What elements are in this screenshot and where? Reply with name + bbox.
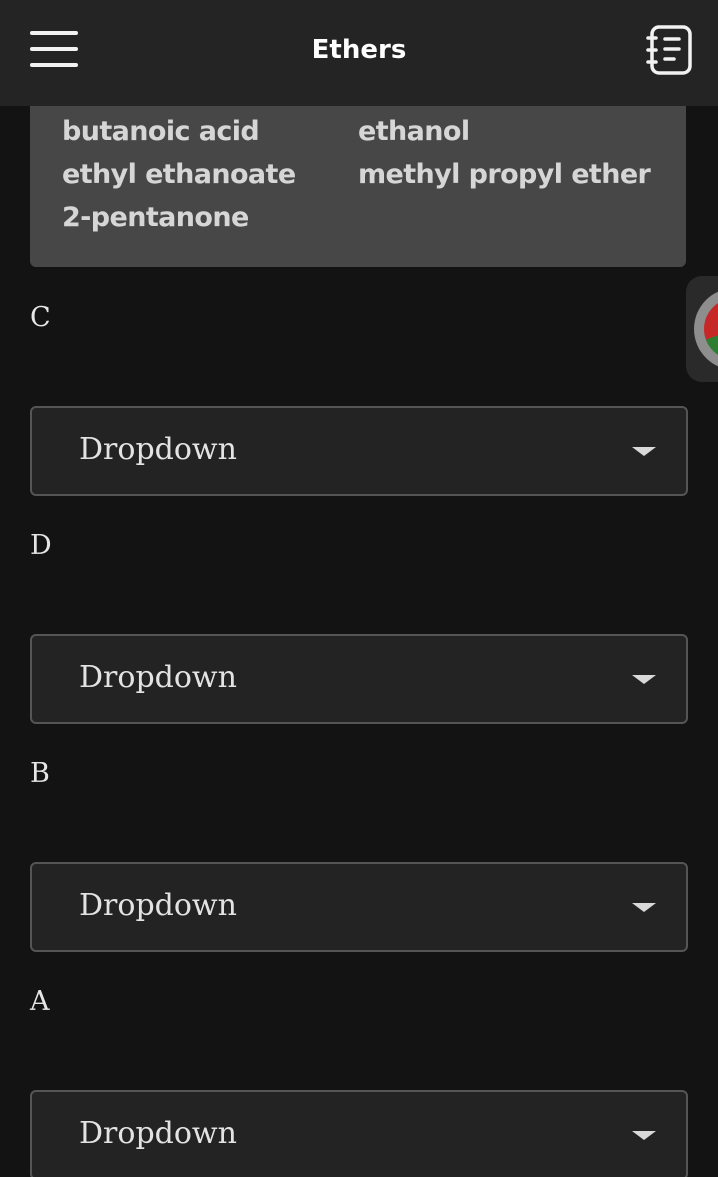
word-bank-item: methyl propyl ether xyxy=(358,159,651,190)
page-title: Ethers xyxy=(311,35,407,65)
floating-assistant-button[interactable] xyxy=(686,276,718,382)
app-screen: butanoic acid ethanol ethyl ethanoate me… xyxy=(0,0,718,1177)
chevron-down-icon xyxy=(632,1131,656,1140)
dropdown-a[interactable]: Dropdown xyxy=(30,1090,688,1177)
dropdown-d[interactable]: Dropdown xyxy=(30,634,688,724)
assistant-logo-icon xyxy=(694,288,718,370)
question-label-d: D xyxy=(30,530,52,561)
dropdown-b[interactable]: Dropdown xyxy=(30,862,688,952)
word-bank-item: ethanol xyxy=(358,116,470,147)
notebook-icon[interactable] xyxy=(646,24,694,76)
word-bank-grid: butanoic acid ethanol ethyl ethanoate me… xyxy=(62,110,658,239)
question-label-b: B xyxy=(30,758,50,789)
chevron-down-icon xyxy=(632,903,656,912)
app-header: Ethers xyxy=(0,0,718,106)
dropdown-c[interactable]: Dropdown xyxy=(30,406,688,496)
dropdown-label: Dropdown xyxy=(79,660,237,695)
dropdown-label: Dropdown xyxy=(79,432,237,467)
question-label-a: A xyxy=(30,986,50,1017)
word-bank-item: ethyl ethanoate xyxy=(62,159,296,190)
question-label-c: C xyxy=(30,302,51,333)
word-bank-item: 2-pentanone xyxy=(62,202,249,233)
chevron-down-icon xyxy=(632,447,656,456)
dropdown-label: Dropdown xyxy=(79,888,237,923)
word-bank-item: butanoic acid xyxy=(62,116,260,147)
dropdown-label: Dropdown xyxy=(79,1116,237,1151)
chevron-down-icon xyxy=(632,675,656,684)
